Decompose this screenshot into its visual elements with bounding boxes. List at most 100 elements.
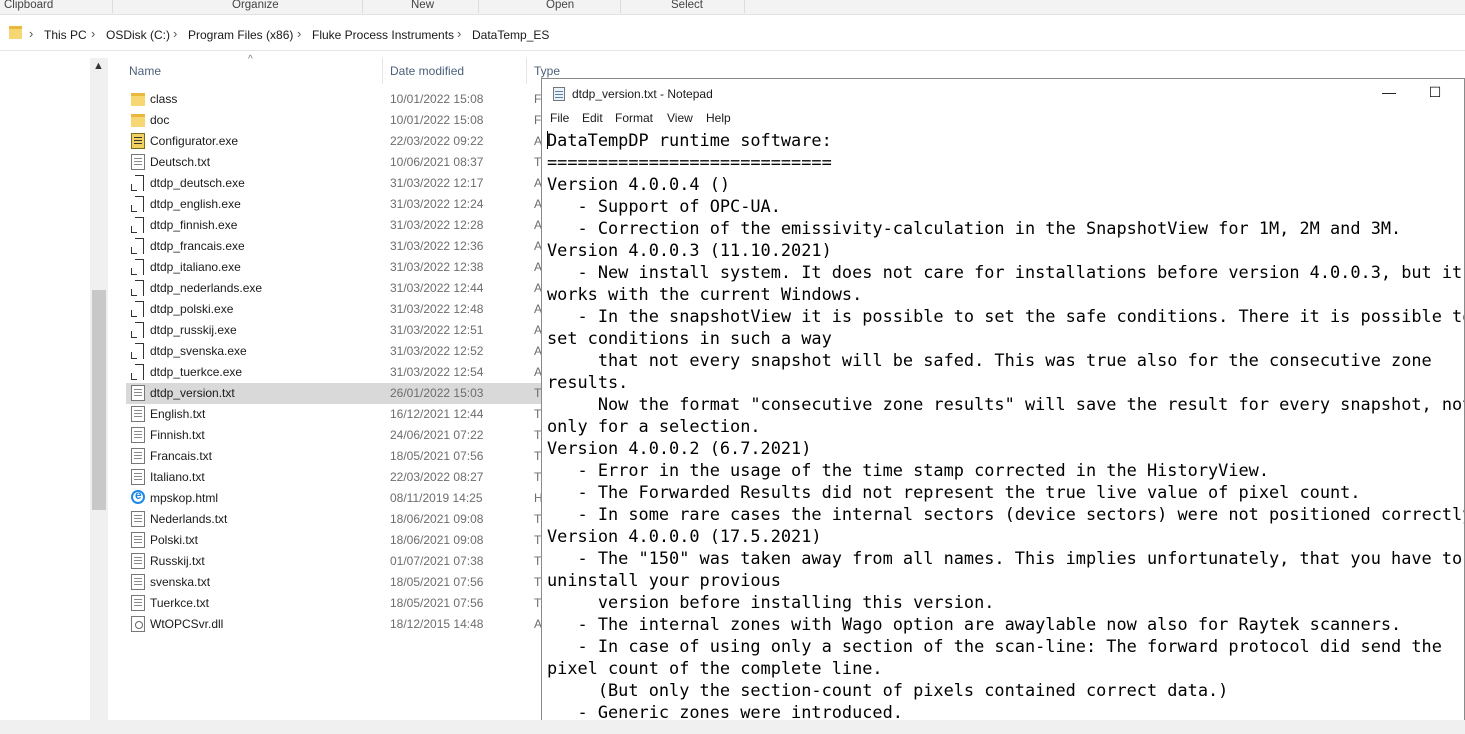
breadcrumb-program-files-x86[interactable]: Program Files (x86) bbox=[188, 28, 293, 42]
file-row[interactable]: Deutsch.txt 10/06/2021 08:37 T bbox=[126, 152, 546, 173]
column-header-date-modified[interactable]: Date modified bbox=[390, 64, 464, 78]
file-name: dtdp_svenska.exe bbox=[150, 344, 247, 358]
maximize-button[interactable]: ☐ bbox=[1412, 79, 1458, 107]
file-name: svenska.txt bbox=[150, 575, 211, 589]
breadcrumb-osdisk[interactable]: OSDisk (C:) bbox=[106, 28, 170, 42]
text-line: - Correction of the emissivity-calculati… bbox=[547, 218, 1402, 238]
window-title: dtdp_version.txt - Notepad bbox=[572, 87, 713, 101]
text-line: - Support of OPC-UA. bbox=[547, 196, 781, 216]
folder-icon bbox=[9, 26, 22, 39]
file-row[interactable]: Polski.txt 18/06/2021 09:08 T bbox=[126, 530, 546, 551]
file-name: Configurator.exe bbox=[150, 134, 239, 148]
ribbon-separator bbox=[112, 0, 113, 13]
file-date-modified: 01/07/2021 07:38 bbox=[390, 554, 484, 568]
file-date-modified: 31/03/2022 12:38 bbox=[390, 260, 484, 274]
chevron-right-icon[interactable]: › bbox=[297, 26, 301, 41]
file-row[interactable]: dtdp_russkij.exe 31/03/2022 12:51 A bbox=[126, 320, 546, 341]
file-name: dtdp_francais.exe bbox=[150, 239, 245, 253]
file-row[interactable]: dtdp_svenska.exe 31/03/2022 12:52 A bbox=[126, 341, 546, 362]
chevron-right-icon[interactable]: › bbox=[91, 26, 95, 41]
text-line: uninstall your provious bbox=[547, 570, 781, 590]
file-date-modified: 16/12/2021 12:44 bbox=[390, 407, 484, 421]
file-date-modified: 18/06/2021 09:08 bbox=[390, 533, 484, 547]
file-row[interactable]: dtdp_italiano.exe 31/03/2022 12:38 A bbox=[126, 257, 546, 278]
breadcrumb-this-pc[interactable]: This PC bbox=[44, 28, 87, 42]
file-row[interactable]: dtdp_finnish.exe 31/03/2022 12:28 A bbox=[126, 215, 546, 236]
file-row[interactable]: svenska.txt 18/05/2021 07:56 T bbox=[126, 572, 546, 593]
breadcrumb-fluke-process-instruments[interactable]: Fluke Process Instruments bbox=[312, 28, 454, 42]
executable-icon bbox=[131, 259, 145, 275]
text-line: - In the snapshotView it is possible to … bbox=[547, 306, 1465, 326]
file-row[interactable]: doc 10/01/2022 15:08 F bbox=[126, 110, 546, 131]
executable-icon bbox=[131, 301, 145, 317]
text-file-icon bbox=[131, 469, 145, 485]
address-bar[interactable]: › This PC › OSDisk (C:) › Program Files … bbox=[0, 22, 1465, 51]
file-row[interactable]: Francais.txt 18/05/2021 07:56 T bbox=[126, 446, 546, 467]
file-row[interactable]: mpskop.html08/11/2019 14:25H bbox=[126, 488, 546, 509]
file-name: dtdp_deutsch.exe bbox=[150, 176, 245, 190]
dll-file-icon bbox=[131, 616, 145, 632]
text-line: pixel count of the complete line. bbox=[547, 658, 883, 678]
text-file-icon bbox=[131, 553, 145, 569]
file-row[interactable]: dtdp_deutsch.exe 31/03/2022 12:17 A bbox=[126, 173, 546, 194]
chevron-right-icon[interactable]: › bbox=[173, 26, 177, 41]
ribbon-group-labels: Clipboard Organize New Open Select bbox=[0, 0, 1465, 15]
file-date-modified: 18/06/2021 09:08 bbox=[390, 512, 484, 526]
file-row[interactable]: dtdp_english.exe 31/03/2022 12:24 A bbox=[126, 194, 546, 215]
executable-icon bbox=[131, 343, 145, 359]
menu-file[interactable]: File bbox=[550, 111, 569, 125]
file-row[interactable]: Russkij.txt 01/07/2021 07:38 T bbox=[126, 551, 546, 572]
menu-view[interactable]: View bbox=[667, 111, 693, 125]
column-header-name[interactable]: Name bbox=[129, 64, 161, 78]
file-name: mpskop.html bbox=[150, 491, 219, 505]
file-row[interactable]: Finnish.txt 24/06/2021 07:22 T bbox=[126, 425, 546, 446]
file-name: WtOPCSvr.dll bbox=[150, 617, 224, 631]
text-line: results. bbox=[547, 372, 629, 392]
chevron-right-icon[interactable]: › bbox=[457, 26, 461, 41]
text-line: - The "150" was taken away from all name… bbox=[547, 548, 1463, 568]
file-row[interactable]: dtdp_version.txt 26/01/2022 15:03 T bbox=[126, 383, 546, 404]
file-name: dtdp_finnish.exe bbox=[150, 218, 238, 232]
menu-edit[interactable]: Edit bbox=[582, 111, 603, 125]
column-header-type[interactable]: Type bbox=[534, 64, 560, 78]
file-name: dtdp_version.txt bbox=[150, 386, 235, 400]
file-row[interactable]: English.txt 16/12/2021 12:44 T bbox=[126, 404, 546, 425]
text-line: - Generic zones were introduced. bbox=[547, 702, 903, 722]
ribbon-separator bbox=[620, 0, 621, 13]
scroll-up-arrow-icon[interactable]: ▲ bbox=[93, 60, 104, 72]
file-date-modified: 24/06/2021 07:22 bbox=[390, 428, 484, 442]
executable-icon bbox=[131, 196, 145, 212]
file-date-modified: 10/01/2022 15:08 bbox=[390, 113, 484, 127]
file-row[interactable]: Tuerkce.txt 18/05/2021 07:56 T bbox=[126, 593, 546, 614]
ribbon-separator bbox=[744, 0, 745, 13]
scrollbar-thumb[interactable] bbox=[92, 290, 106, 510]
breadcrumb-datatemp-es[interactable]: DataTemp_ES bbox=[472, 28, 549, 42]
notepad-titlebar[interactable]: dtdp_version.txt - Notepad — ☐ bbox=[542, 79, 1464, 107]
chevron-right-icon[interactable]: › bbox=[29, 26, 33, 41]
text-line: works with the current Windows. bbox=[547, 284, 863, 304]
text-line: DataTempDP runtime software: bbox=[547, 130, 832, 150]
file-row[interactable]: dtdp_polski.exe 31/03/2022 12:48 A bbox=[126, 299, 546, 320]
navigation-pane-scrollbar[interactable]: ▲ bbox=[90, 58, 108, 720]
ribbon-separator bbox=[362, 0, 363, 13]
menu-format[interactable]: Format bbox=[615, 111, 653, 125]
file-name: Italiano.txt bbox=[150, 470, 205, 484]
file-row[interactable]: dtdp_francais.exe 31/03/2022 12:36 A bbox=[126, 236, 546, 257]
file-row[interactable]: WtOPCSvr.dll 18/12/2015 14:48 A bbox=[126, 614, 546, 635]
text-editor-area[interactable]: DataTempDP runtime software: ============… bbox=[547, 129, 1464, 722]
menu-help[interactable]: Help bbox=[706, 111, 731, 125]
file-name: Russkij.txt bbox=[150, 554, 205, 568]
minimize-button[interactable]: — bbox=[1366, 79, 1412, 107]
text-line: only for a selection. bbox=[547, 416, 761, 436]
file-row[interactable]: class 10/01/2022 15:08 F bbox=[126, 89, 546, 110]
column-separator[interactable] bbox=[526, 58, 527, 84]
file-row[interactable]: dtdp_nederlands.exe 31/03/2022 12:44 A bbox=[126, 278, 546, 299]
file-row[interactable]: Configurator.exe 22/03/2022 09:22 A bbox=[126, 131, 546, 152]
file-row[interactable]: Nederlands.txt 18/06/2021 09:08 T bbox=[126, 509, 546, 530]
file-row[interactable]: Italiano.txt 22/03/2022 08:27 T bbox=[126, 467, 546, 488]
file-date-modified: 26/01/2022 15:03 bbox=[390, 386, 484, 400]
executable-icon bbox=[131, 322, 145, 338]
file-row[interactable]: dtdp_tuerkce.exe 31/03/2022 12:54 A bbox=[126, 362, 546, 383]
column-separator[interactable] bbox=[382, 58, 383, 84]
text-line: set conditions in such a way bbox=[547, 328, 832, 348]
